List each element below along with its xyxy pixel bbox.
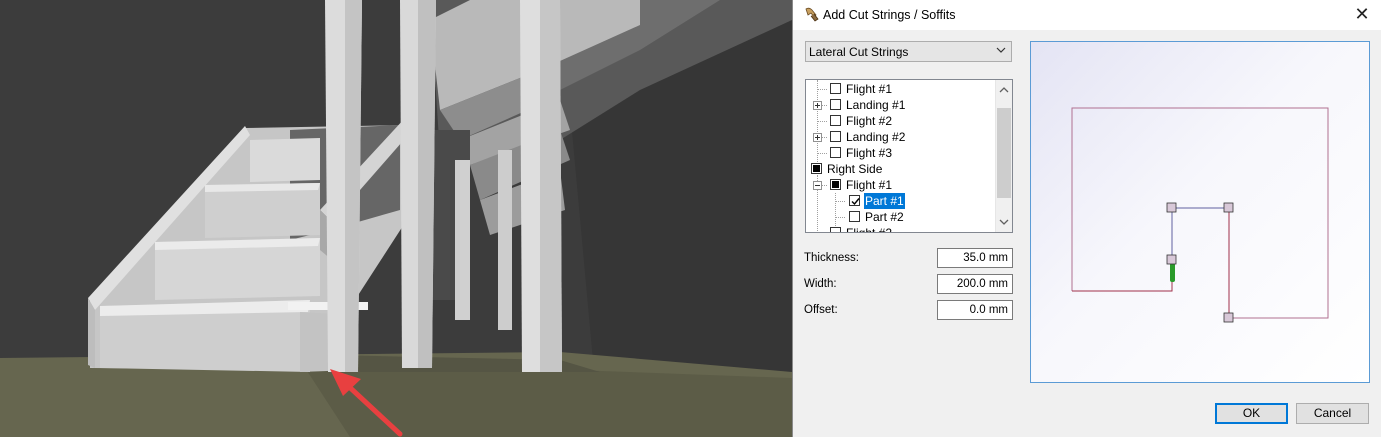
vertex-handle[interactable] [1223,312,1234,323]
thickness-label: Thickness: [804,252,859,264]
checkmark-icon [851,198,860,206]
expand-plus-icon[interactable] [813,133,822,142]
scroll-thumb[interactable] [997,108,1011,198]
tree-checkbox[interactable] [830,147,841,158]
tree-checkbox[interactable] [830,83,841,94]
tree-checkbox-checked[interactable] [849,195,860,206]
vertex-handle[interactable] [1166,254,1177,265]
tree-scrollbar[interactable] [995,80,1012,232]
parts-tree[interactable]: Flight #1 Landing #1 Flight #2 Landing #… [805,79,1013,233]
staircase-render [0,0,792,437]
collapse-minus-icon[interactable] [813,181,822,190]
tree-item-label: Flight #2 [846,226,893,233]
green-handle[interactable] [1170,263,1175,282]
tree-checkbox[interactable] [830,99,841,110]
tree-checkbox[interactable] [830,131,841,142]
scroll-up-arrow-icon[interactable] [996,82,1012,98]
chevron-down-icon [996,47,1006,53]
offset-label: Offset: [804,304,838,316]
cut-string-preview[interactable] [1030,41,1370,383]
tree-item-right-flight-1[interactable]: Flight #1 [806,177,996,193]
add-cut-strings-dialog: Add Cut Strings / Soffits ✕ Lateral Cut … [792,0,1381,437]
vertex-handle[interactable] [1166,202,1177,213]
tree-checkbox[interactable] [849,211,860,222]
thickness-field[interactable]: 35.0 mm [937,248,1013,268]
vertex-handle[interactable] [1223,202,1234,213]
tree-checkbox-partial[interactable] [811,163,822,174]
tree-item-part-2[interactable]: Part #2 [806,209,996,225]
tree-item-right-side[interactable]: Right Side [806,161,996,177]
title-bar: Add Cut Strings / Soffits ✕ [793,0,1381,30]
tree-item-label: Part #2 [865,210,904,224]
tree-item-label: Flight #1 [846,178,893,192]
tree-item-label: Flight #1 [846,82,893,96]
expand-plus-icon[interactable] [813,101,822,110]
tree-item-label: Landing #1 [846,98,906,112]
ok-button[interactable]: OK [1215,403,1288,424]
tree-item-label: Flight #3 [846,146,893,160]
tree-item-label: Flight #2 [846,114,893,128]
tree-item-landing-2[interactable]: Landing #2 [806,129,996,145]
type-select[interactable]: Lateral Cut Strings [805,41,1012,62]
tree-item-right-flight-2[interactable]: Flight #2 [806,225,996,233]
tree-checkbox-partial[interactable] [830,179,841,190]
tree-item-flight-3[interactable]: Flight #3 [806,145,996,161]
scroll-down-arrow-icon[interactable] [996,214,1012,230]
offset-field[interactable]: 0.0 mm [937,300,1013,320]
tree-checkbox[interactable] [830,227,841,232]
tree-item-landing-1[interactable]: Landing #1 [806,97,996,113]
close-button[interactable]: ✕ [1351,4,1373,26]
tree-item-part-1[interactable]: Part #1 [806,192,996,210]
width-field[interactable]: 200.0 mm [937,274,1013,294]
close-icon: ✕ [1354,4,1370,24]
dialog-title: Add Cut Strings / Soffits [823,8,956,22]
3d-viewport[interactable] [0,0,792,437]
tree-checkbox[interactable] [830,115,841,126]
tree-item-label-selected: Part #1 [863,192,906,210]
cancel-button[interactable]: Cancel [1296,403,1369,424]
preview-drawing [1071,107,1329,323]
tree-item-label: Right Side [827,162,883,176]
tree-item-flight-1[interactable]: Flight #1 [806,81,996,97]
stair-hand-icon [805,7,819,22]
tree-item-flight-2[interactable]: Flight #2 [806,113,996,129]
type-select-value: Lateral Cut Strings [809,45,909,59]
width-label: Width: [804,278,837,290]
tree-item-label: Landing #2 [846,130,906,144]
